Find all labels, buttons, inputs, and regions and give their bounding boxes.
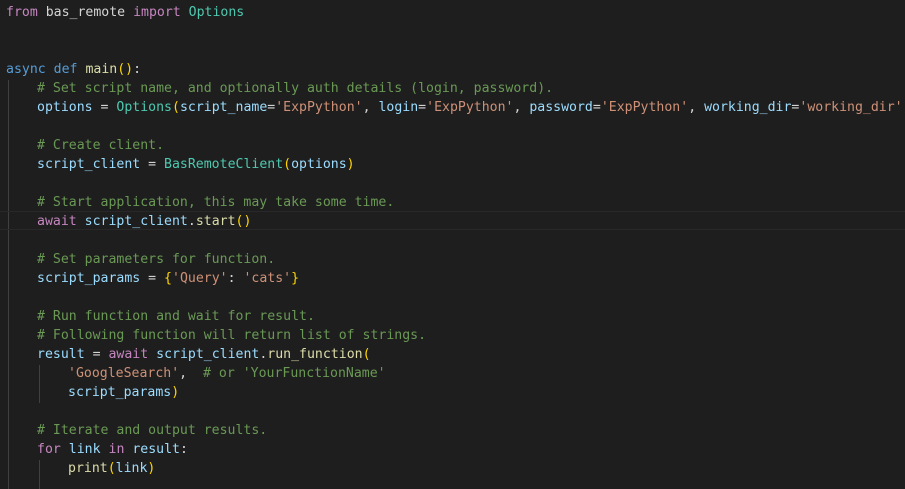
code-line-for[interactable]: for link in result: (37, 440, 905, 459)
keyword-from: from (6, 5, 38, 20)
bracket: ) (147, 461, 156, 476)
code-line-comment[interactable]: # Run function and wait for result. (37, 307, 905, 326)
argument-name: script_name (179, 100, 268, 115)
code-line-comment[interactable]: # Iterate and output results. (37, 421, 905, 440)
indent-guide (8, 80, 9, 489)
code-line-options[interactable]: options = Options(script_name='ExpPython… (37, 98, 905, 117)
string-literal: 'Query' (172, 271, 228, 286)
loop-variable: link (68, 442, 101, 457)
comment: # Set parameters for function. (37, 252, 276, 267)
code-line-comment[interactable]: # Start application, this may take some … (37, 193, 905, 212)
separator: , (688, 100, 705, 115)
code-line-comment[interactable]: # Set script name, and optionally auth d… (37, 79, 905, 98)
method-name: run_function (267, 347, 363, 362)
bracket: ) (243, 214, 252, 229)
comment: # or 'YourFunctionName' (203, 366, 386, 381)
argument: script_params (68, 385, 172, 400)
comment: # Iterate and output results. (37, 423, 268, 438)
bracket: ) (346, 157, 355, 172)
method-name: start (195, 214, 236, 229)
code-line-print[interactable]: print(link) (68, 459, 905, 478)
keyword-def: def (53, 62, 78, 77)
function-name: main (85, 62, 118, 77)
object-name: script_client (156, 347, 260, 362)
operator: = (140, 271, 165, 286)
class-name: Options (116, 100, 172, 115)
variable: result (37, 347, 85, 362)
comma: , (179, 366, 188, 381)
keyword-in: in (108, 442, 125, 457)
keyword-await: await (108, 347, 149, 362)
comment: # Start application, this may take some … (37, 195, 395, 210)
bracket: ( (171, 100, 180, 115)
code-line-function-name-arg[interactable]: 'GoogleSearch', # or 'YourFunctionName' (68, 364, 905, 383)
indent-guide-nested (39, 365, 40, 403)
bracket: ( (107, 461, 116, 476)
operator: = (418, 100, 427, 115)
bracket: ( (117, 62, 126, 77)
code-line-def[interactable]: async def main(): (6, 60, 905, 79)
operator: = (92, 100, 117, 115)
iterable: result (132, 442, 180, 457)
code-line-run-function[interactable]: result = await script_client.run_functio… (37, 345, 905, 364)
bracket: ) (171, 385, 180, 400)
object-name: script_client (84, 214, 188, 229)
code-line-import[interactable]: from bas_remote import Options (6, 3, 905, 22)
keyword-for: for (37, 442, 61, 457)
bracket: ( (283, 157, 292, 172)
separator: , (362, 100, 379, 115)
colon: : (227, 271, 244, 286)
code-line-params[interactable]: script_params = {'Query': 'cats'} (37, 269, 905, 288)
argument-name: login (378, 100, 419, 115)
function-name: print (68, 461, 108, 476)
argument: link (115, 461, 148, 476)
keyword-import: import (133, 5, 181, 20)
comment: # Set script name, and optionally auth d… (37, 81, 554, 96)
indent-guide-nested (39, 460, 40, 489)
colon: : (179, 442, 188, 457)
variable: options (37, 100, 93, 115)
operator: = (592, 100, 601, 115)
operator: = (140, 157, 165, 172)
argument-name: password (529, 100, 593, 115)
string-literal: 'ExpPython' (600, 100, 689, 115)
operator: = (84, 347, 109, 362)
code-line-comment[interactable]: # Following function will return list of… (37, 326, 905, 345)
string-literal: 'ExpPython' (275, 100, 363, 115)
code-line-comment[interactable]: # Create client. (37, 136, 905, 155)
argument: options (291, 157, 347, 172)
comment: # Create client. (37, 138, 165, 153)
code-line-comment[interactable]: # Set parameters for function. (37, 250, 905, 269)
string-literal: 'ExpPython' (426, 100, 514, 115)
code-line-params-arg[interactable]: script_params) (68, 383, 905, 402)
dot: . (187, 214, 196, 229)
comment: # Following function will return list of… (37, 328, 427, 343)
imported-name: Options (188, 5, 245, 20)
bracket: { (164, 271, 172, 286)
string-literal: 'cats' (243, 271, 292, 286)
bracket: ) (125, 62, 134, 77)
code-line-start-current[interactable]: await script_client.start() (0, 211, 905, 230)
comment: # Run function and wait for result. (37, 309, 315, 324)
code-editor[interactable]: from bas_remote import Options async def… (0, 0, 905, 489)
bracket: } (291, 271, 300, 286)
variable: script_params (37, 271, 141, 286)
separator: , (513, 100, 530, 115)
module-name: bas_remote (45, 5, 126, 20)
string-literal: 'working_dir' (799, 100, 903, 115)
string-literal: 'GoogleSearch' (68, 366, 180, 381)
argument-name: working_dir (704, 100, 792, 115)
keyword-await: await (37, 214, 77, 229)
colon: : (133, 62, 142, 77)
variable: script_client (37, 157, 141, 172)
class-name: BasRemoteClient (164, 157, 284, 172)
bracket: ( (362, 347, 371, 362)
code-line-client[interactable]: script_client = BasRemoteClient(options) (37, 155, 905, 174)
keyword-async: async (6, 62, 46, 77)
